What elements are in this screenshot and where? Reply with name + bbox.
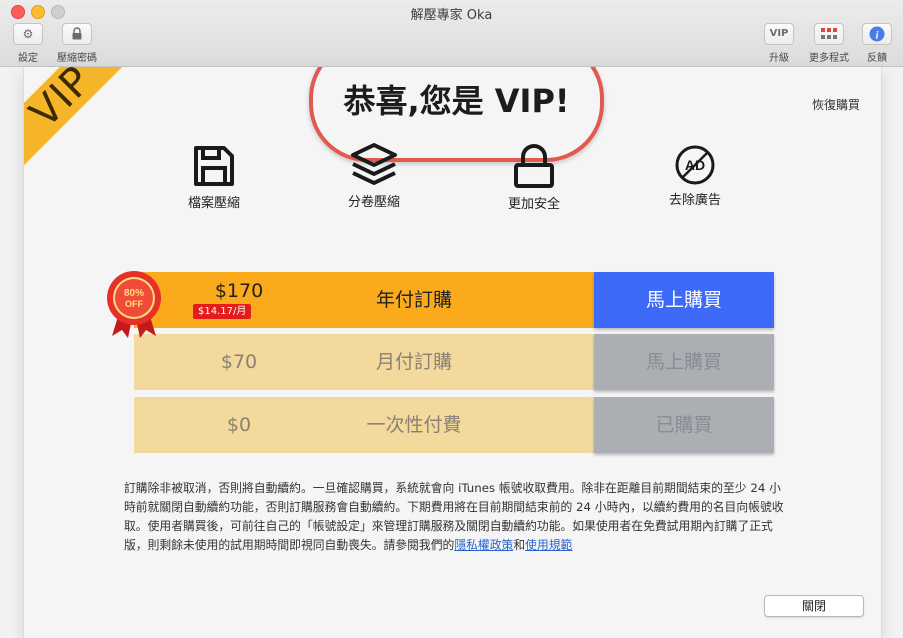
plan-info: $70 月付訂購 bbox=[134, 334, 594, 390]
privacy-policy-link[interactable]: 隱私權政策 bbox=[454, 538, 513, 552]
archive-password-button[interactable]: 壓縮密碼 bbox=[52, 23, 102, 64]
upgrade-label: 升級 bbox=[769, 53, 789, 64]
feature-label: 去除廣告 bbox=[668, 193, 721, 208]
terms-conjunction: 和 bbox=[513, 538, 526, 552]
plan-price: $70 bbox=[220, 351, 258, 373]
feedback-button[interactable]: i 反饋 bbox=[862, 23, 892, 64]
plan-row-yearly: $170 $14.17/月 年付訂購 馬上購買 bbox=[134, 272, 774, 328]
subscription-terms: 訂購除非被取消，否則將自動續約。一旦確認購買，系統就會向 iTunes 帳號收取… bbox=[124, 479, 786, 555]
discount-badge-icon: 80% OFF bbox=[107, 271, 161, 338]
more-apps-label: 更多程式 bbox=[809, 53, 849, 64]
feature-remove-ads: AD 去除廣告 bbox=[635, 145, 755, 208]
upgrade-button[interactable]: VIP 升級 bbox=[762, 23, 796, 64]
settings-button[interactable]: ⚙ 設定 bbox=[11, 23, 45, 64]
plan-price: $170 bbox=[214, 280, 264, 302]
restore-purchases-link[interactable]: 恢復購買 bbox=[812, 96, 860, 113]
info-icon: i bbox=[862, 23, 892, 45]
plan-row-one-time: $0 一次性付費 已購買 bbox=[134, 397, 774, 453]
no-ads-icon: AD bbox=[675, 145, 715, 185]
window-titlebar: 解壓專家 Oka ⚙ 設定 壓縮密碼 VIP 升級 更多程式 i 反饋 bbox=[0, 0, 903, 67]
save-icon bbox=[194, 146, 234, 186]
lock-icon bbox=[62, 23, 92, 45]
feature-label: 分卷壓縮 bbox=[347, 195, 400, 210]
plan-name: 年付訂購 bbox=[375, 289, 452, 311]
feature-label: 更加安全 bbox=[507, 197, 560, 212]
vip-icon: VIP bbox=[764, 23, 794, 45]
plan-info: $170 $14.17/月 年付訂購 bbox=[134, 272, 594, 328]
buy-monthly-button: 馬上購買 bbox=[594, 334, 774, 390]
svg-text:80%: 80% bbox=[124, 288, 144, 299]
layers-icon bbox=[351, 143, 397, 185]
buy-yearly-button[interactable]: 馬上購買 bbox=[594, 272, 774, 328]
plan-name: 月付訂購 bbox=[375, 351, 452, 373]
apps-grid-icon bbox=[814, 23, 844, 45]
more-apps-button[interactable]: 更多程式 bbox=[806, 23, 852, 64]
plan-row-monthly: $70 月付訂購 馬上購買 bbox=[134, 334, 774, 390]
purchased-status: 已購買 bbox=[594, 397, 774, 453]
archive-password-label: 壓縮密碼 bbox=[57, 53, 97, 64]
gear-icon: ⚙ bbox=[13, 23, 43, 45]
lock-icon bbox=[514, 144, 554, 188]
per-month-price-badge: $14.17/月 bbox=[193, 304, 252, 319]
window-title: 解壓專家 Oka bbox=[410, 8, 493, 23]
feature-split-volume: 分卷壓縮 bbox=[314, 141, 434, 210]
svg-text:OFF: OFF bbox=[125, 299, 143, 309]
close-button[interactable]: 關閉 bbox=[764, 595, 864, 617]
plan-name: 一次性付費 bbox=[366, 414, 462, 436]
vip-corner-ribbon: VIP bbox=[24, 67, 158, 194]
terms-of-use-link[interactable]: 使用規範 bbox=[525, 538, 572, 552]
vip-sheet: VIP 恭喜,您是 VIP! 恢復購買 檔案壓縮 分卷壓縮 更加安全 AD bbox=[23, 67, 882, 638]
feature-compress: 檔案壓縮 bbox=[154, 144, 274, 211]
feedback-label: 反饋 bbox=[867, 53, 887, 64]
settings-label: 設定 bbox=[18, 53, 38, 64]
plan-price: $0 bbox=[226, 414, 252, 436]
feature-label: 檔案壓縮 bbox=[187, 196, 240, 211]
plan-info: $0 一次性付費 bbox=[134, 397, 594, 453]
feature-security: 更加安全 bbox=[474, 143, 594, 212]
